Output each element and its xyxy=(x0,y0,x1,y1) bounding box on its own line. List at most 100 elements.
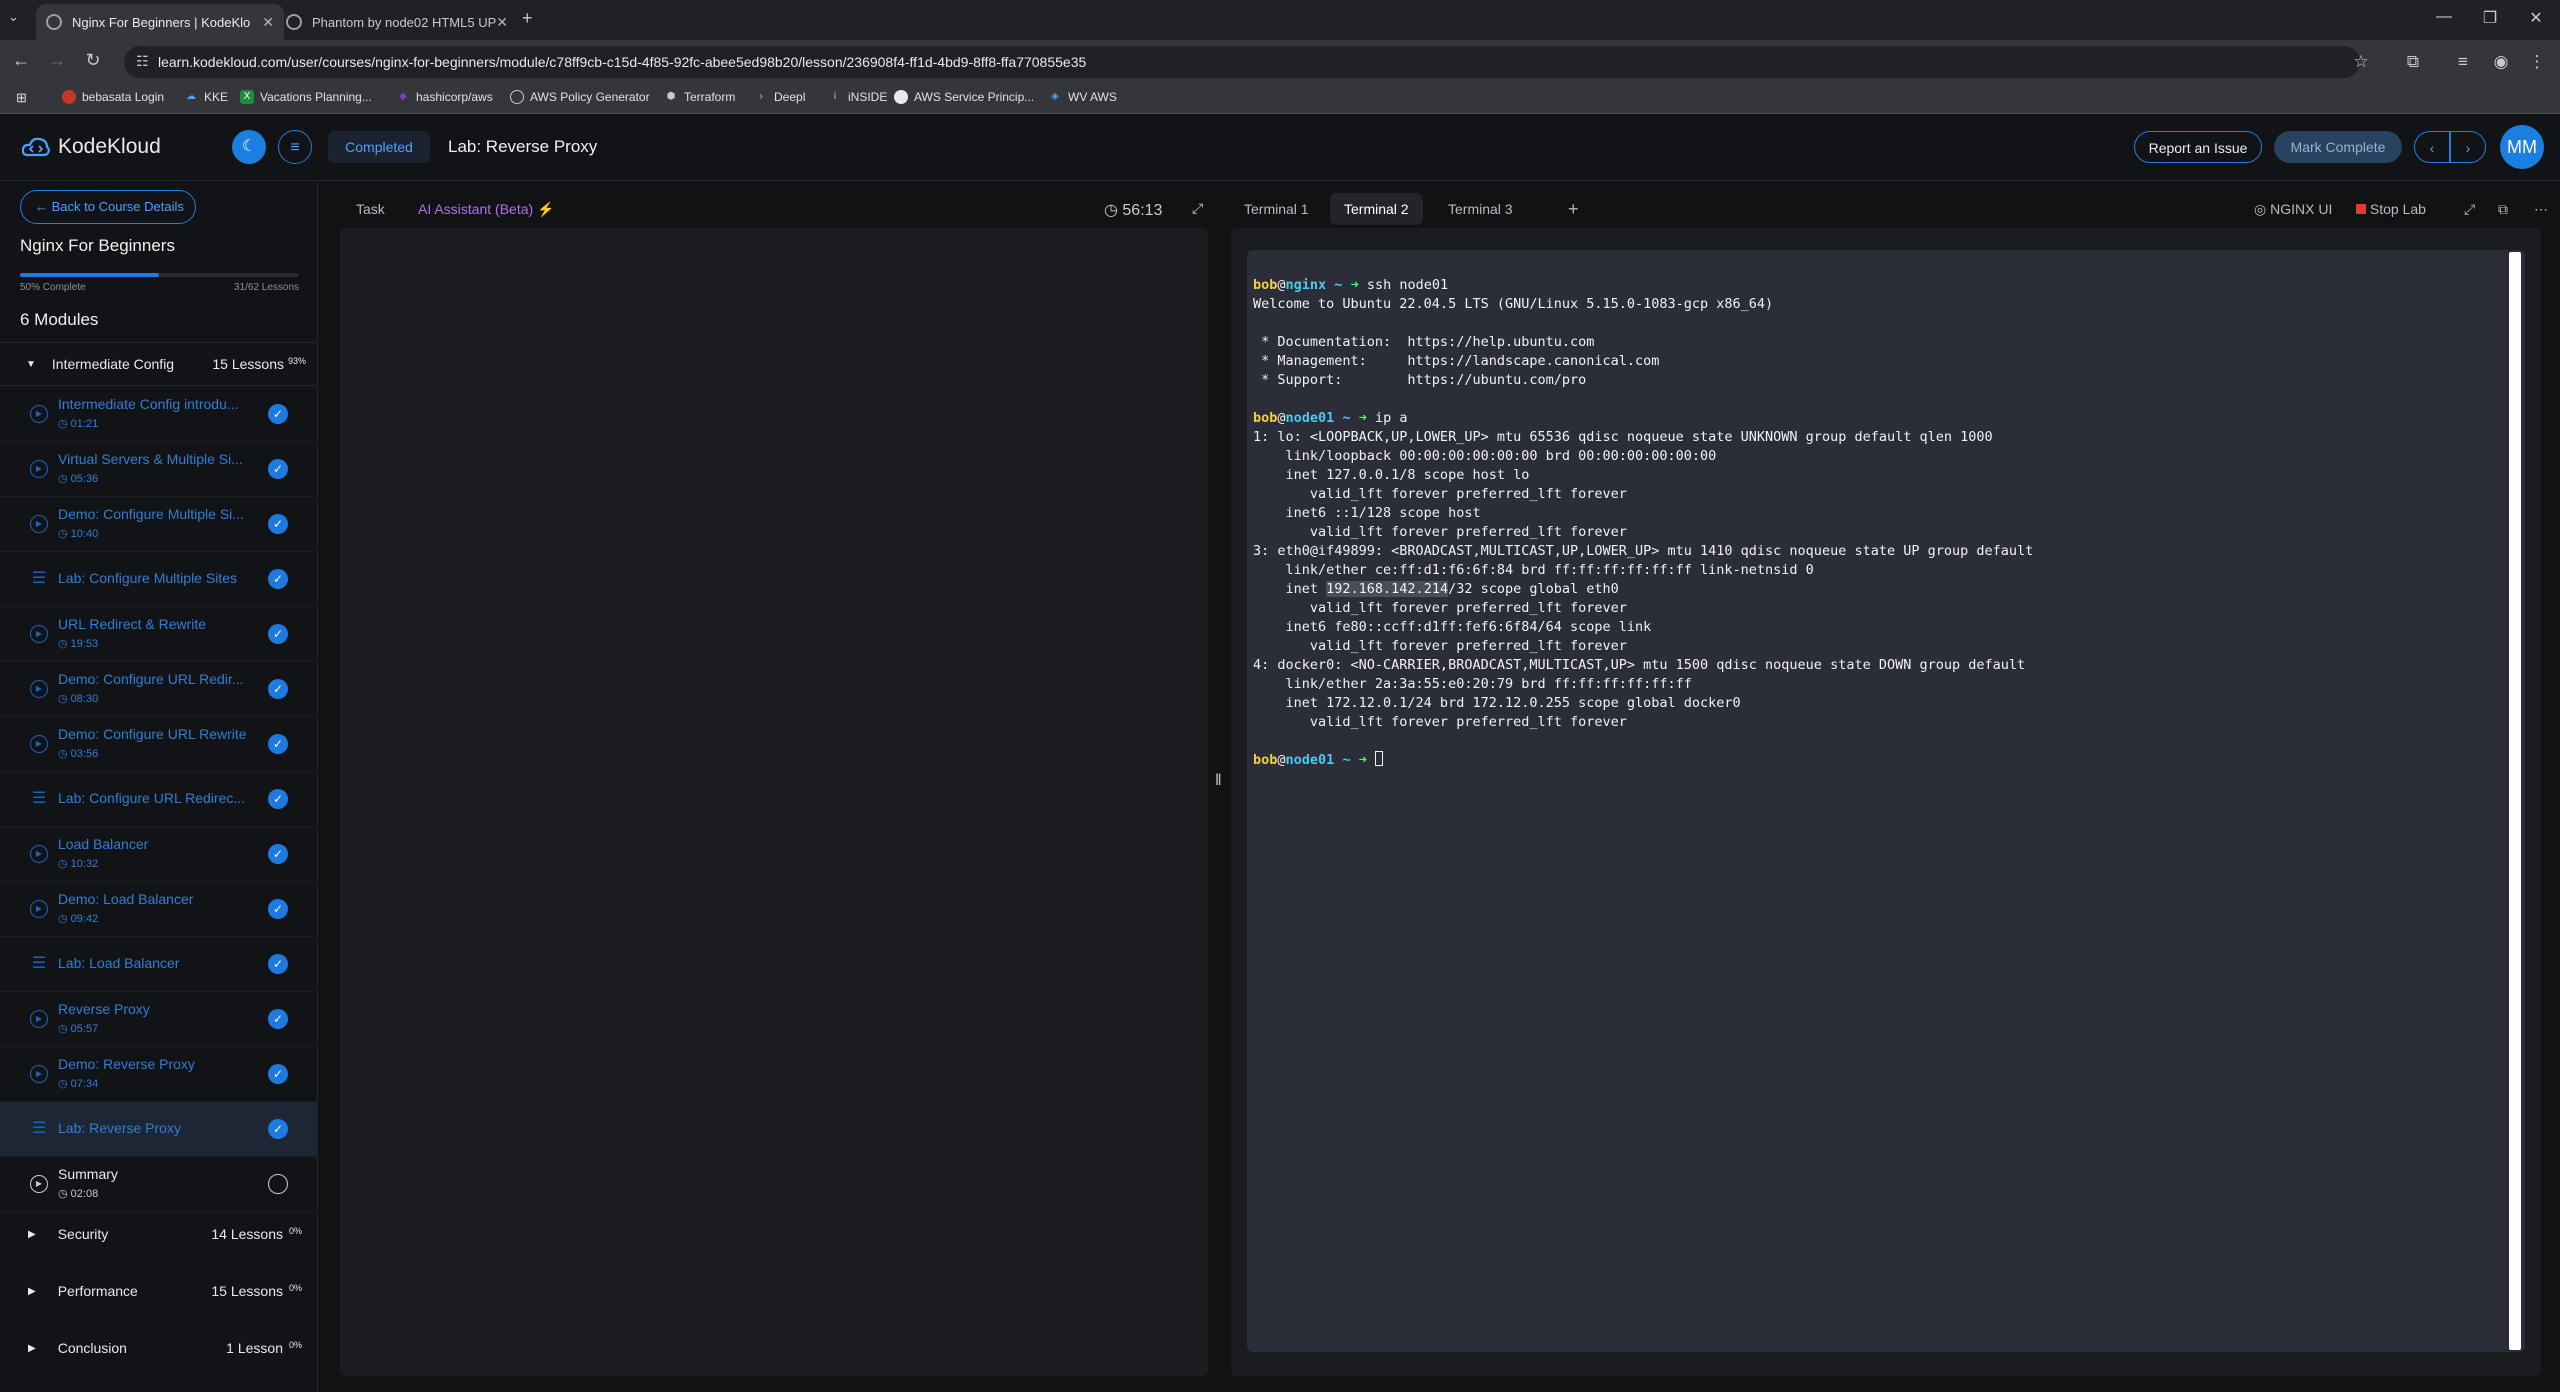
tab-ai-assistant[interactable]: AI Assistant (Beta) ⚡ xyxy=(418,201,555,218)
bookmark-item[interactable]: › Deepl xyxy=(754,90,805,104)
clock-icon: ◷ xyxy=(58,1078,71,1090)
lesson-title: Summary xyxy=(58,1166,118,1182)
chevron-left-icon: ‹ xyxy=(2429,140,2435,156)
lesson-item[interactable]: ▶ Reverse Proxy ◷ 05:57 ✓ xyxy=(0,992,318,1047)
open-external-icon[interactable]: ⧉ xyxy=(2484,193,2522,225)
bookmark-item[interactable]: ◈ WV AWS xyxy=(1048,90,1117,104)
profile-icon[interactable]: ◉ xyxy=(2488,52,2514,72)
lesson-item[interactable]: ☰ Lab: Configure Multiple Sites ✓ xyxy=(0,552,318,607)
lesson-title: Lab: Reverse Proxy xyxy=(58,1120,181,1136)
browser-tab-phantom[interactable]: Phantom by node02 HTML5 UP ✕ xyxy=(276,4,516,40)
bookmark-item[interactable]: ◆ hashicorp/aws xyxy=(396,90,493,104)
tab-task[interactable]: Task xyxy=(356,201,385,217)
command-text: ip a xyxy=(1374,410,1408,426)
menu-list-icon[interactable]: ≡ xyxy=(278,130,312,164)
check-circle-icon: ✓ xyxy=(268,954,288,974)
bookmark-item[interactable]: i iNSIDE xyxy=(828,90,887,104)
check-circle-icon: ✓ xyxy=(268,679,288,699)
check-circle-icon: ✓ xyxy=(268,1119,288,1139)
menu-icon[interactable]: ⋮ xyxy=(2524,52,2550,72)
clock-icon: ◷ xyxy=(58,913,71,925)
forward-arrow-icon[interactable]: → xyxy=(44,50,70,71)
lesson-item[interactable]: ☰ Lab: Load Balancer ✓ xyxy=(0,937,318,992)
report-issue-button[interactable]: Report an Issue xyxy=(2134,131,2262,163)
lesson-duration: ◷ 02:08 xyxy=(58,1188,99,1200)
bookmark-item[interactable]: AWS Policy Generator xyxy=(510,90,650,104)
apps-icon[interactable]: ⊞ xyxy=(16,90,27,106)
nginx-ui-button[interactable]: ◎ NGINX UI xyxy=(2240,193,2346,225)
bookmark-item[interactable]: AWS Service Princip... xyxy=(894,90,1034,104)
bookmark-star-icon[interactable]: ☆ xyxy=(2348,52,2374,72)
module-item[interactable]: ▶ Security 14 Lessons 0% xyxy=(0,1212,318,1256)
browser-tab-kodekloud[interactable]: Nginx For Beginners | KodeKlo ✕ xyxy=(36,4,284,40)
lesson-item[interactable]: ▶ URL Redirect & Rewrite ◷ 19:53 ✓ xyxy=(0,607,318,662)
window-close-icon[interactable]: ✕ xyxy=(2516,8,2556,28)
back-arrow-icon[interactable]: ← xyxy=(8,50,34,71)
minimize-icon[interactable]: — xyxy=(2424,8,2464,26)
lesson-item[interactable]: ▶ Demo: Configure Multiple Si... ◷ 10:40 ✓ xyxy=(0,497,318,552)
tab-terminal-2[interactable]: Terminal 2 xyxy=(1330,193,1423,225)
play-circle-icon: ▶ xyxy=(30,515,48,533)
add-terminal-icon[interactable]: + xyxy=(1554,193,1593,225)
back-to-course-button[interactable]: ← Back to Course Details xyxy=(20,190,196,224)
bookmark-favicon xyxy=(510,90,524,104)
module-intermediate-config[interactable]: ▼ Intermediate Config 15 Lessons 93% xyxy=(0,342,318,386)
prev-lesson-button[interactable]: ‹ xyxy=(2414,131,2450,163)
close-icon[interactable]: ✕ xyxy=(496,14,508,31)
check-circle-icon: ✓ xyxy=(268,514,288,534)
check-circle-icon: ✓ xyxy=(268,789,288,809)
tab-search-icon[interactable]: ⌄ xyxy=(8,9,19,25)
close-icon[interactable]: ✕ xyxy=(262,14,274,31)
site-info-icon[interactable]: ☷ xyxy=(136,53,149,70)
module-item[interactable]: ▶ Performance 15 Lessons 0% xyxy=(0,1269,318,1313)
ssh-output: Welcome to Ubuntu 22.04.5 LTS (GNU/Linux… xyxy=(1253,296,1774,388)
check-circle-icon: ✓ xyxy=(268,844,288,864)
check-circle-icon: ✓ xyxy=(268,899,288,919)
module-item[interactable]: ▶ Conclusion 1 Lesson 0% xyxy=(0,1326,318,1370)
lesson-item[interactable]: ☰ Lab: Configure URL Redirec... ✓ xyxy=(0,772,318,827)
logo-text[interactable]: KodeKloud xyxy=(58,135,161,159)
lesson-item[interactable]: ▶ Demo: Load Balancer ◷ 09:42 ✓ xyxy=(0,882,318,937)
next-lesson-button[interactable]: › xyxy=(2450,131,2486,163)
lesson-item[interactable]: ▶ Summary ◷ 02:08 xyxy=(0,1157,318,1212)
terminal-scrollbar[interactable] xyxy=(2509,252,2521,1350)
lesson-item[interactable]: ▶ Virtual Servers & Multiple Si... ◷ 05:36… xyxy=(0,442,318,497)
theme-toggle-moon-icon[interactable]: ☾ xyxy=(232,130,266,164)
lesson-duration: ◷ 01:21 xyxy=(58,418,99,430)
lesson-item[interactable]: ▶ Intermediate Config introdu... ◷ 01:21 ✓ xyxy=(0,387,318,442)
bookmark-item[interactable]: ☁ KKE xyxy=(184,90,228,104)
clock-icon: ◷ xyxy=(58,1023,71,1035)
mark-complete-button[interactable]: Mark Complete xyxy=(2274,131,2402,163)
panel-resize-handle[interactable]: ‖ xyxy=(1215,772,1222,790)
lesson-item[interactable]: ▶ Demo: Reverse Proxy ◷ 07:34 ✓ xyxy=(0,1047,318,1102)
chevron-right-icon: › xyxy=(2465,140,2471,156)
new-tab-icon[interactable]: + xyxy=(522,8,533,29)
lesson-item[interactable]: ▶ Demo: Configure URL Rewrite ◷ 03:56 ✓ xyxy=(0,717,318,772)
lesson-item[interactable]: ▶ Demo: Configure URL Redir... ◷ 08:30 ✓ xyxy=(0,662,318,717)
tab-terminal-3[interactable]: Terminal 3 xyxy=(1434,193,1527,225)
play-circle-icon: ▶ xyxy=(30,625,48,643)
address-bar[interactable]: ☷ learn.kodekloud.com/user/courses/nginx… xyxy=(124,46,2360,78)
lesson-title: Load Balancer xyxy=(58,836,149,852)
clock-icon: ◷ xyxy=(1104,202,1123,219)
terminal[interactable]: bob@nginx ~ ➜ ssh node01 Welcome to Ubun… xyxy=(1247,250,2525,1352)
lesson-title: Demo: Configure Multiple Si... xyxy=(58,506,244,522)
kodekloud-logo-icon[interactable] xyxy=(22,135,50,159)
expand-icon[interactable]: ⤢ xyxy=(1192,200,1203,217)
lesson-item[interactable]: ☰ Lab: Reverse Proxy ✓ xyxy=(0,1102,318,1157)
lab-list-icon: ☰ xyxy=(31,570,47,587)
modules-count: 6 Modules xyxy=(20,310,99,329)
restore-icon[interactable]: ❐ xyxy=(2470,8,2510,28)
reload-icon[interactable]: ↻ xyxy=(80,50,106,71)
avatar[interactable]: MM xyxy=(2500,125,2544,169)
bookmark-item[interactable]: ⬢ Terraform xyxy=(664,90,736,104)
bookmark-item[interactable]: bebasata Login xyxy=(62,90,164,104)
lesson-item[interactable]: ▶ Load Balancer ◷ 10:32 ✓ xyxy=(0,827,318,882)
tab-terminal-1[interactable]: Terminal 1 xyxy=(1230,193,1323,225)
bookmark-item[interactable]: X Vacations Planning... xyxy=(240,90,372,104)
terminal-output[interactable]: bob@nginx ~ ➜ ssh node01 Welcome to Ubun… xyxy=(1253,276,2033,770)
more-options-icon[interactable]: ⋯ xyxy=(2520,193,2560,225)
stop-lab-button[interactable]: Stop Lab xyxy=(2342,193,2440,225)
extensions-icon[interactable]: ⧉ xyxy=(2400,52,2426,72)
media-icon[interactable]: ≡ xyxy=(2450,52,2476,72)
